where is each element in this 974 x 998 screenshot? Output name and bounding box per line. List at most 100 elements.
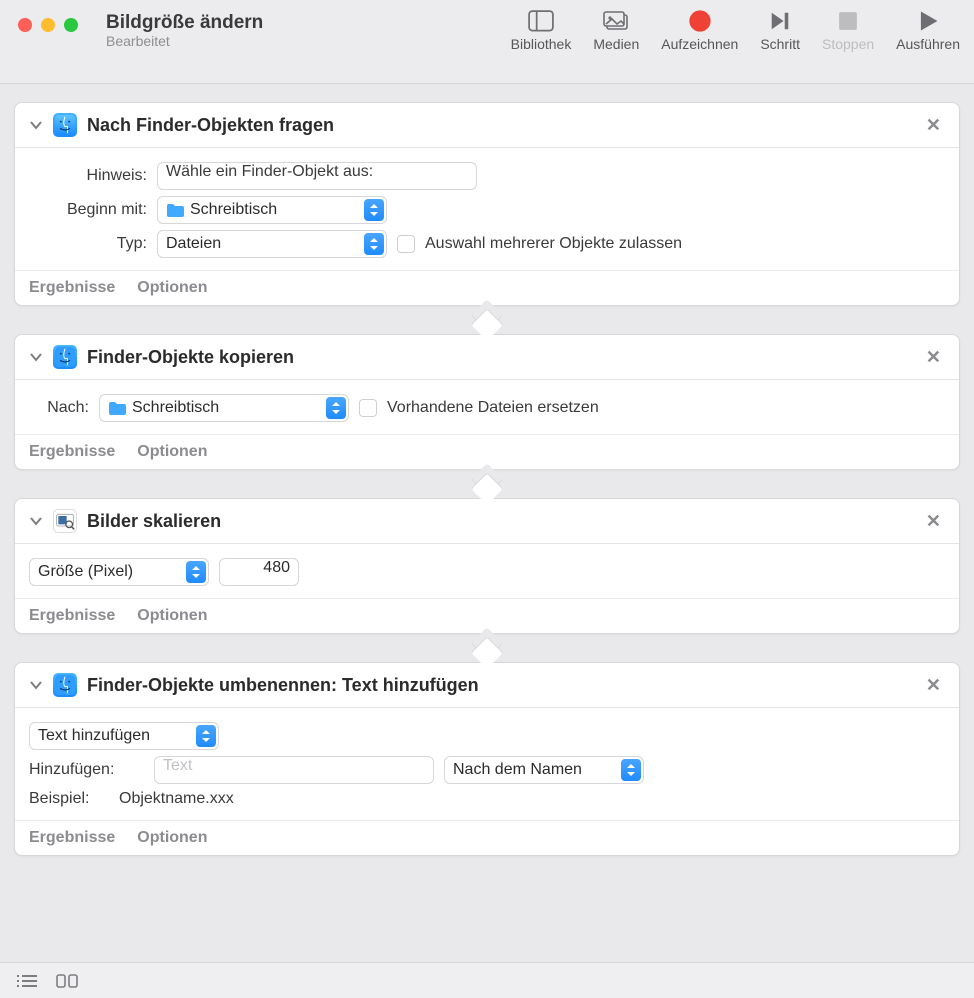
status-bar — [0, 962, 974, 998]
results-link[interactable]: Ergebnisse — [29, 829, 115, 847]
folder-icon — [166, 203, 184, 217]
play-icon — [915, 10, 941, 32]
rename-op-value: Text hinzufügen — [38, 727, 150, 745]
action-ask-finder: Nach Finder-Objekten fragen ✕ Hinweis: W… — [14, 102, 960, 306]
type-label: Typ: — [29, 235, 147, 253]
window-controls — [18, 18, 78, 32]
preview-icon — [53, 509, 77, 533]
toolbar-stop-button: Stoppen — [822, 10, 874, 52]
toolbar-label: Ausführen — [896, 36, 960, 52]
options-link[interactable]: Optionen — [137, 607, 207, 625]
toolbar-label: Bibliothek — [511, 36, 572, 52]
chevron-down-icon[interactable] — [29, 350, 43, 364]
toolbar-library-button[interactable]: Bibliothek — [511, 10, 572, 52]
toolbar-media-button[interactable]: Medien — [593, 10, 639, 52]
action-header[interactable]: Nach Finder-Objekten fragen ✕ — [15, 103, 959, 148]
options-link[interactable]: Optionen — [137, 829, 207, 847]
updown-icon — [326, 397, 346, 419]
toolbar-label: Medien — [593, 36, 639, 52]
results-link[interactable]: Ergebnisse — [29, 607, 115, 625]
finder-icon — [53, 113, 77, 137]
action-body: Hinweis: Wähle ein Finder-Objekt aus: Be… — [15, 148, 959, 270]
example-value: Objektname.xxx — [119, 790, 234, 808]
toolbar-record-button[interactable]: Aufzeichnen — [661, 10, 738, 52]
variables-view-icon[interactable] — [56, 973, 78, 989]
updown-icon — [196, 725, 216, 747]
chevron-down-icon[interactable] — [29, 514, 43, 528]
window-zoom-button[interactable] — [64, 18, 78, 32]
action-title: Finder-Objekte umbenennen: Text hinzufüg… — [87, 675, 912, 696]
action-rename-finder: Finder-Objekte umbenennen: Text hinzufüg… — [14, 662, 960, 856]
connector — [14, 470, 960, 498]
record-icon — [687, 10, 713, 32]
replace-label: Vorhandene Dateien ersetzen — [387, 399, 599, 417]
finder-icon — [53, 345, 77, 369]
action-title: Bilder skalieren — [87, 511, 912, 532]
results-link[interactable]: Ergebnisse — [29, 443, 115, 461]
action-remove-button[interactable]: ✕ — [922, 347, 945, 368]
window-close-button[interactable] — [18, 18, 32, 32]
toolbar: Bibliothek Medien Aufzeichnen Schritt St… — [511, 10, 960, 52]
type-popup[interactable]: Dateien — [157, 230, 387, 258]
action-header[interactable]: Finder-Objekte kopieren ✕ — [15, 335, 959, 380]
connector — [14, 634, 960, 662]
action-copy-finder: Finder-Objekte kopieren ✕ Nach: Schreibt… — [14, 334, 960, 470]
scale-size-input[interactable]: 480 — [219, 558, 299, 586]
action-remove-button[interactable]: ✕ — [922, 511, 945, 532]
toolbar-step-button[interactable]: Schritt — [760, 10, 800, 52]
start-folder-popup[interactable]: Schreibtisch — [157, 196, 387, 224]
action-remove-button[interactable]: ✕ — [922, 115, 945, 136]
chevron-down-icon[interactable] — [29, 678, 43, 692]
toolbar-label: Stoppen — [822, 36, 874, 52]
scale-mode-value: Größe (Pixel) — [38, 563, 133, 581]
to-folder-popup[interactable]: Schreibtisch — [99, 394, 349, 422]
scale-mode-popup[interactable]: Größe (Pixel) — [29, 558, 209, 586]
action-title: Nach Finder-Objekten fragen — [87, 115, 912, 136]
action-header[interactable]: Bilder skalieren ✕ — [15, 499, 959, 544]
options-link[interactable]: Optionen — [137, 279, 207, 297]
updown-icon — [621, 759, 641, 781]
workflow-area[interactable]: Nach Finder-Objekten fragen ✕ Hinweis: W… — [0, 84, 974, 962]
position-popup[interactable]: Nach dem Namen — [444, 756, 644, 784]
toolbar-run-button[interactable]: Ausführen — [896, 10, 960, 52]
action-title: Finder-Objekte kopieren — [87, 347, 912, 368]
to-label: Nach: — [29, 399, 89, 417]
action-header[interactable]: Finder-Objekte umbenennen: Text hinzufüg… — [15, 663, 959, 708]
updown-icon — [364, 233, 384, 255]
rename-op-popup[interactable]: Text hinzufügen — [29, 722, 219, 750]
connector — [14, 306, 960, 334]
hint-input[interactable]: Wähle ein Finder-Objekt aus: — [157, 162, 477, 190]
stop-icon — [835, 10, 861, 32]
toolbar-label: Schritt — [760, 36, 800, 52]
multi-select-label: Auswahl mehrerer Objekte zulassen — [425, 235, 682, 253]
log-view-icon[interactable] — [16, 973, 38, 989]
action-remove-button[interactable]: ✕ — [922, 675, 945, 696]
to-folder-value: Schreibtisch — [132, 399, 219, 417]
photos-icon — [603, 10, 629, 32]
add-text-input[interactable]: Text — [154, 756, 434, 784]
chevron-down-icon[interactable] — [29, 118, 43, 132]
titlebar: Bildgröße ändern Bearbeitet Bibliothek M… — [0, 0, 974, 84]
start-folder-value: Schreibtisch — [190, 201, 277, 219]
type-value: Dateien — [166, 235, 221, 253]
finder-icon — [53, 673, 77, 697]
results-link[interactable]: Ergebnisse — [29, 279, 115, 297]
action-scale-images: Bilder skalieren ✕ Größe (Pixel) 480 Erg… — [14, 498, 960, 634]
position-value: Nach dem Namen — [453, 761, 582, 779]
step-icon — [767, 10, 793, 32]
folder-icon — [108, 401, 126, 415]
title-block: Bildgröße ändern Bearbeitet — [106, 12, 316, 49]
updown-icon — [186, 561, 206, 583]
hint-label: Hinweis: — [29, 167, 147, 185]
example-label: Beispiel: — [29, 790, 109, 808]
toolbar-label: Aufzeichnen — [661, 36, 738, 52]
updown-icon — [364, 199, 384, 221]
add-label: Hinzufügen: — [29, 761, 144, 779]
replace-checkbox[interactable] — [359, 399, 377, 417]
multi-select-checkbox[interactable] — [397, 235, 415, 253]
window-title: Bildgröße ändern — [106, 12, 316, 34]
sidebar-icon — [528, 10, 554, 32]
window-subtitle: Bearbeitet — [106, 33, 316, 49]
window-minimize-button[interactable] — [41, 18, 55, 32]
options-link[interactable]: Optionen — [137, 443, 207, 461]
